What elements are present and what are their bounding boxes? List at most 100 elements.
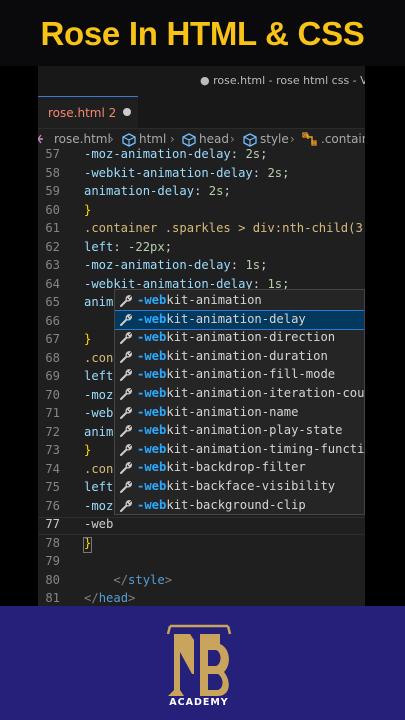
line-number: 62 xyxy=(45,239,60,254)
suggestion-item[interactable]: -webkit-background-clip xyxy=(115,497,364,514)
right-black-strip xyxy=(365,66,405,606)
token-pun: ; xyxy=(223,184,231,198)
breadcrumb-head[interactable]: head xyxy=(199,132,229,146)
autocomplete-suggestions[interactable]: -webkit-animation -webkit-animation-delay… xyxy=(114,289,365,515)
line-text: anim xyxy=(84,425,113,439)
token-prop: anim xyxy=(84,424,114,439)
token-prop: -moz xyxy=(84,498,114,513)
breadcrumb-container[interactable]: .contain xyxy=(321,132,365,146)
token-sel: .container .sparkles > div:nth-child(3 xyxy=(84,221,363,235)
tab-label: rose.html 2 xyxy=(48,106,117,120)
line-text: -web xyxy=(84,517,113,531)
line-text: } xyxy=(84,203,91,217)
banner-title: Rose In HTML & CSS xyxy=(40,15,365,52)
window-title: ● rose.html - rose html css - Visu xyxy=(200,74,365,87)
token-brace: } xyxy=(84,332,92,346)
unsaved-dot-icon[interactable] xyxy=(123,108,131,116)
suggestion-label: -webkit-animation-delay xyxy=(137,311,306,326)
token-tag: > xyxy=(164,572,173,587)
suggestion-item[interactable]: -webkit-animation-name xyxy=(115,404,364,423)
suggestion-label: -webkit-animation-timing-functi xyxy=(137,441,365,456)
line-text: animation-delay: 2s; xyxy=(84,184,231,198)
code-line[interactable]: 79 xyxy=(38,554,365,572)
token-num: 2s xyxy=(267,165,283,180)
token-prop: -moz-animation-delay xyxy=(84,258,231,272)
code-line[interactable]: 61 .container .sparkles > div:nth-child(3 xyxy=(38,221,365,239)
line-number: 69 xyxy=(45,369,60,383)
token-num: 1s xyxy=(245,258,261,272)
wrench-property-icon xyxy=(119,294,133,308)
breadcrumb-file[interactable]: rose.html xyxy=(54,132,111,146)
suggestion-item[interactable]: -webkit-animation-iteration-cou xyxy=(115,385,364,404)
token-sel: .con xyxy=(84,461,114,476)
line-text: -moz-animation-delay: 2s; xyxy=(84,147,267,161)
suggestion-item[interactable]: -webkit-backdrop-filter xyxy=(115,459,364,478)
token-tag: > xyxy=(128,591,136,605)
line-number: 65 xyxy=(45,295,60,309)
token-prop: -webkit-animation-delay xyxy=(84,165,253,180)
code-line[interactable]: 60} xyxy=(38,203,365,221)
code-line[interactable]: 57 -moz-animation-delay: 2s; xyxy=(38,147,365,165)
suggestion-item[interactable]: -webkit-animation xyxy=(115,292,364,311)
breadcrumb-html[interactable]: html xyxy=(139,132,166,146)
wrench-property-icon xyxy=(119,461,133,475)
code-line[interactable]: 62 left: -22px; xyxy=(38,240,365,258)
token-tag: </ xyxy=(113,572,129,587)
code-line[interactable]: 81 </head> xyxy=(38,591,365,606)
suggestion-item[interactable]: -webkit-animation-timing-functi xyxy=(115,441,365,460)
tab-rose-html[interactable]: rose.html 2 xyxy=(38,96,138,128)
code-line[interactable]: 58 -webkit-animation-delay: 2s; xyxy=(38,166,365,184)
code-line[interactable]: 80 </style> xyxy=(38,573,365,591)
line-number: 61 xyxy=(45,221,60,235)
suggestion-item[interactable]: -webkit-animation-duration xyxy=(115,348,364,367)
wrench-property-icon xyxy=(119,480,133,494)
token-pun: ; xyxy=(260,258,268,272)
token-pun: : xyxy=(230,258,246,272)
wrench-property-icon xyxy=(119,331,133,345)
token-sel: .con xyxy=(84,350,114,365)
line-text: -webkit-animation-delay: 2s; xyxy=(84,166,289,180)
line-text: .con xyxy=(84,351,113,365)
token-prop: anim xyxy=(84,295,114,309)
line-number: 79 xyxy=(45,554,60,568)
token-prop: left xyxy=(84,369,114,383)
line-text: .container .sparkles > div:nth-child(3 xyxy=(84,221,363,235)
token-prop: -web xyxy=(84,406,114,420)
suggestion-label: -webkit-animation-fill-mode xyxy=(137,367,336,382)
token-prop: animation-delay xyxy=(84,184,195,198)
line-number: 67 xyxy=(45,332,60,346)
code-line[interactable]: 59 animation-delay: 2s; xyxy=(38,184,365,202)
line-text: } xyxy=(84,443,91,457)
breadcrumb-separator-icon: › xyxy=(170,132,175,146)
breadcrumb-separator-icon: › xyxy=(290,132,295,146)
suggestion-item[interactable]: -webkit-animation-fill-mode xyxy=(115,366,364,385)
line-number: 58 xyxy=(45,165,60,180)
suggestion-item[interactable]: -webkit-animation-direction xyxy=(115,329,364,348)
code-line[interactable]: 77 -web xyxy=(38,517,365,535)
token-tag: </ xyxy=(84,591,99,605)
suggestion-item[interactable]: -webkit-animation-delay xyxy=(115,309,364,331)
wrench-property-icon xyxy=(119,424,133,438)
line-number: 74 xyxy=(45,461,60,476)
code-line[interactable]: 63 -moz-animation-delay: 1s; xyxy=(38,258,365,276)
line-text: </head> xyxy=(84,591,135,605)
line-number: 64 xyxy=(45,276,60,291)
token-tagn: style xyxy=(128,572,165,587)
line-number: 81 xyxy=(45,591,60,605)
suggestion-label: -webkit-animation-direction xyxy=(137,330,336,345)
wrench-property-icon xyxy=(119,499,133,513)
suggestion-item[interactable]: -webkit-animation-play-state xyxy=(115,422,364,441)
breadcrumb-style[interactable]: style xyxy=(260,132,289,146)
line-text: left xyxy=(84,369,113,383)
token-prop: left xyxy=(84,480,114,494)
line-text: anim xyxy=(84,295,113,309)
token-pun: -web xyxy=(84,517,114,531)
token-pun: ; xyxy=(260,147,268,161)
suggestion-item[interactable]: -webkit-backface-visibility xyxy=(115,478,364,497)
bracket-match-box xyxy=(83,536,92,553)
window-titlebar: ● rose.html - rose html css - Visu xyxy=(38,66,365,96)
token-pun: : xyxy=(230,147,246,161)
wrench-property-icon xyxy=(119,406,133,420)
line-number: 76 xyxy=(45,498,60,513)
suggestion-label: -webkit-animation-name xyxy=(137,404,299,419)
